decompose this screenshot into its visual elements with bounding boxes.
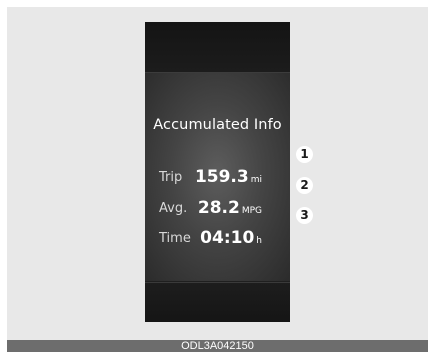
trip-label: Trip [159,170,183,185]
time-value: 04:10 [200,228,255,248]
avg-label: Avg. [159,201,188,216]
time-value-group: 04:10 h [200,228,262,248]
screen-title: Accumulated Info [153,117,282,133]
avg-unit: MPG [241,206,262,216]
avg-value: 28.2 [197,198,240,218]
display-top-band [145,22,290,73]
trip-unit: mi [250,175,262,185]
time-label: Time [159,231,191,246]
display-bottom-band [145,282,290,322]
avg-value-group: 28.2 MPG [198,198,262,218]
avg-row: Avg. 28.2 MPG [145,198,290,220]
figure-code-caption: ODL3A042150 [7,340,428,352]
instrument-cluster-display: Accumulated Info Trip 159.3 mi Avg. 28.2 M… [145,22,290,322]
trip-row: Trip 159.3 mi [145,167,290,189]
callout-2-badge: 2 [296,177,313,194]
callout-1-badge: 1 [296,146,313,163]
time-unit: h [256,236,262,246]
time-row: Time 04:10 h [145,228,290,250]
trip-value-group: 159.3 mi [195,167,262,187]
callout-3-badge: 3 [296,207,313,224]
trip-value: 159.3 [194,167,249,187]
